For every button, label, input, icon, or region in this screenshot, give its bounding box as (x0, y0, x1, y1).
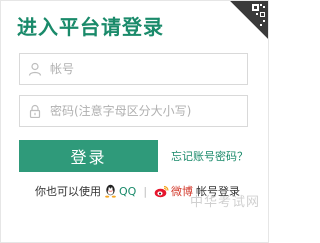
qq-label: QQ (119, 184, 137, 198)
account-field[interactable] (19, 53, 248, 85)
password-field[interactable] (19, 95, 248, 127)
watermark: 中华考试网 (189, 195, 260, 210)
qq-penguin-icon (105, 184, 116, 198)
user-icon (20, 54, 50, 84)
lock-icon (20, 96, 50, 126)
page-title: 进入平台请登录 (17, 15, 164, 39)
qr-login-toggle[interactable] (230, 1, 268, 39)
social-prefix: 你也可以使用 (35, 185, 101, 198)
qr-code-icon (230, 1, 268, 39)
weibo-icon (154, 185, 169, 197)
separator: | (143, 184, 148, 198)
login-panel: 进入平台请登录 帐号 登录 忘记账号密码？ 你也可以使用 QQ | 微博 帐号登… (0, 0, 269, 243)
weibo-login-link[interactable]: 微博 (154, 183, 193, 199)
qq-login-link[interactable]: QQ (104, 184, 136, 198)
login-button[interactable]: 登录 (19, 140, 158, 172)
password-input[interactable] (50, 97, 247, 125)
forgot-password-link[interactable]: 忘记账号密码？ (171, 148, 248, 164)
account-input[interactable] (50, 55, 247, 83)
